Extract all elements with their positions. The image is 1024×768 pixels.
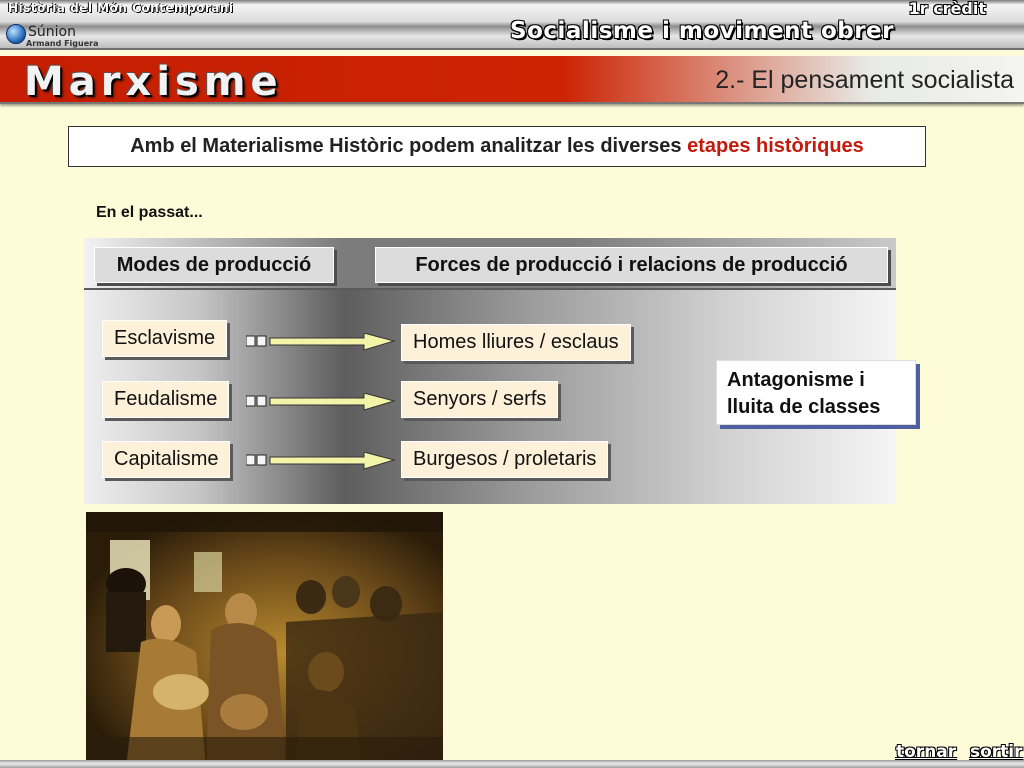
statement-highlight: etapes històriques xyxy=(687,135,864,157)
unit-title: Socialisme i moviment obrer xyxy=(510,18,894,44)
relation-feudalisme: Senyors / serfs xyxy=(401,381,559,418)
statement-text: Amb el Materialisme Històric podem anali… xyxy=(130,135,682,157)
section-banner: Marxisme 2.- El pensament socialista xyxy=(0,56,1024,105)
arrow-icon xyxy=(246,452,396,470)
third-class-carriage-painting xyxy=(86,512,443,768)
exit-link[interactable]: sortir xyxy=(970,742,1023,762)
course-title: Història del Món Contemporani xyxy=(8,1,234,15)
footer-line xyxy=(0,760,1024,768)
forces-header: Forces de producció i relacions de produ… xyxy=(375,247,888,283)
past-label: En el passat... xyxy=(96,204,203,221)
relation-esclavisme: Homes lliures / esclaus xyxy=(401,324,631,361)
relation-capitalisme: Burgesos / proletaris xyxy=(401,441,609,478)
mode-feudalisme: Feudalisme xyxy=(102,381,230,418)
top-header-band: Història del Món Contemporani 1r crèdit … xyxy=(0,0,1024,50)
conclusion-line-2: lluita de classes xyxy=(727,396,881,418)
arrow-icon xyxy=(246,393,396,411)
arrow-icon xyxy=(246,333,396,351)
logo-author: Armand Figuera xyxy=(26,39,99,48)
sunion-logo: Súnion Armand Figuera xyxy=(6,22,116,50)
section-title: Marxisme xyxy=(24,59,283,105)
statement-box: Amb el Materialisme Històric podem anali… xyxy=(68,126,926,167)
conclusion-line-1: Antagonisme i xyxy=(727,369,865,391)
production-modes-diagram: Modes de producció Forces de producció i… xyxy=(84,238,916,504)
mode-esclavisme: Esclavisme xyxy=(102,320,228,357)
class-struggle-box: Antagonisme i lluita de classes xyxy=(716,360,916,425)
section-subtitle: 2.- El pensament socialista xyxy=(715,66,1014,94)
diagram-header: Modes de producció Forces de producció i… xyxy=(84,238,896,290)
modes-header: Modes de producció xyxy=(94,247,334,283)
credit-label: 1r crèdit xyxy=(908,0,986,18)
logo-name: Súnion xyxy=(28,24,76,40)
mode-capitalisme: Capitalisme xyxy=(102,441,231,478)
back-link[interactable]: tornar xyxy=(896,742,956,762)
globe-icon xyxy=(6,24,26,44)
